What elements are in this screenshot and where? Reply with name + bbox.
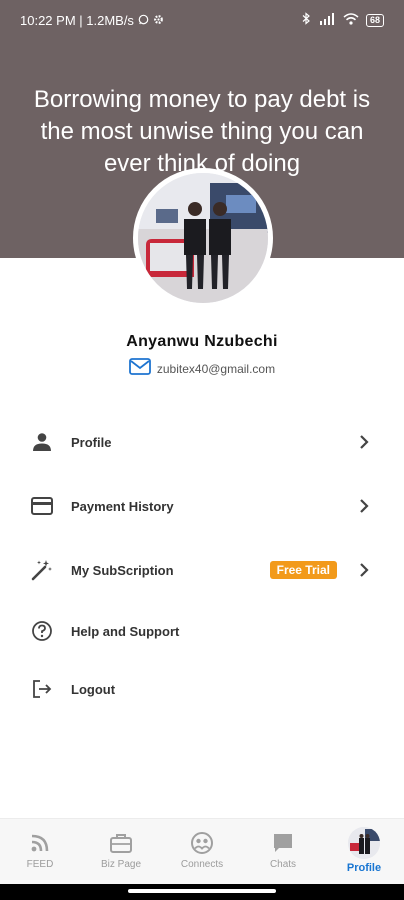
bluetooth-icon	[301, 12, 311, 28]
menu-label: Profile	[71, 434, 112, 450]
wifi-icon	[343, 12, 359, 28]
menu-item-payment-history[interactable]: Payment History	[0, 486, 404, 526]
nav-item-chats[interactable]: Chats	[243, 819, 323, 885]
user-name: Anyanwu Nzubechi	[126, 333, 278, 350]
nav-item-biz-page[interactable]: Biz Page	[81, 819, 161, 885]
nav-item-connects[interactable]: Connects	[162, 819, 242, 885]
quote-text: Borrowing money to pay debt is the most …	[33, 86, 371, 177]
magic-wand-icon	[30, 558, 54, 582]
chevron-right-icon	[356, 498, 372, 514]
briefcase-icon	[109, 831, 133, 855]
nav-label: FEED	[26, 859, 54, 870]
menu-label: My SubScription	[71, 562, 174, 578]
nav-label: Chats	[269, 859, 297, 870]
menu-label: Payment History	[71, 498, 174, 514]
gear-icon	[153, 13, 164, 28]
chevron-right-icon	[356, 562, 372, 578]
status-time: 10:22 PM | 1.2MB/s	[20, 12, 134, 28]
chevron-right-icon	[356, 434, 372, 450]
profile-avatar[interactable]	[133, 168, 273, 308]
mail-icon	[128, 358, 151, 380]
chat-icon	[271, 831, 295, 855]
nav-label: Connects	[180, 859, 224, 870]
user-email: zubitex40@gmail.com	[156, 362, 276, 376]
help-circle-icon	[30, 619, 54, 643]
logout-icon	[30, 677, 54, 701]
home-indicator-bar	[0, 884, 404, 900]
battery-icon: 68	[365, 13, 384, 27]
nav-item-feed[interactable]: FEED	[0, 819, 80, 885]
menu-item-help-support[interactable]: Help and Support	[0, 611, 404, 651]
nav-label: Profile	[346, 862, 382, 874]
menu-item-subscription[interactable]: My SubScription Free Trial	[0, 550, 404, 590]
nav-avatar	[348, 827, 380, 859]
home-indicator[interactable]	[128, 889, 276, 893]
whatsapp-icon	[138, 13, 149, 28]
menu-label: Help and Support	[71, 623, 180, 639]
nav-label: Biz Page	[100, 859, 142, 870]
menu-item-logout[interactable]: Logout	[0, 669, 404, 709]
person-icon	[30, 430, 54, 454]
menu-label: Logout	[71, 681, 116, 697]
bottom-nav: FEED Biz Page Connects Chats Profile	[0, 818, 404, 884]
signal-icon	[318, 12, 336, 28]
free-trial-badge: Free Trial	[269, 561, 337, 579]
status-bar: 10:22 PM | 1.2MB/s 68	[0, 0, 404, 40]
rss-icon	[28, 831, 52, 855]
nav-item-profile[interactable]: Profile	[324, 819, 404, 885]
menu-item-profile[interactable]: Profile	[0, 422, 404, 462]
email-row: zubitex40@gmail.com	[0, 358, 404, 380]
credit-card-icon	[30, 494, 54, 518]
connects-icon	[190, 831, 214, 855]
